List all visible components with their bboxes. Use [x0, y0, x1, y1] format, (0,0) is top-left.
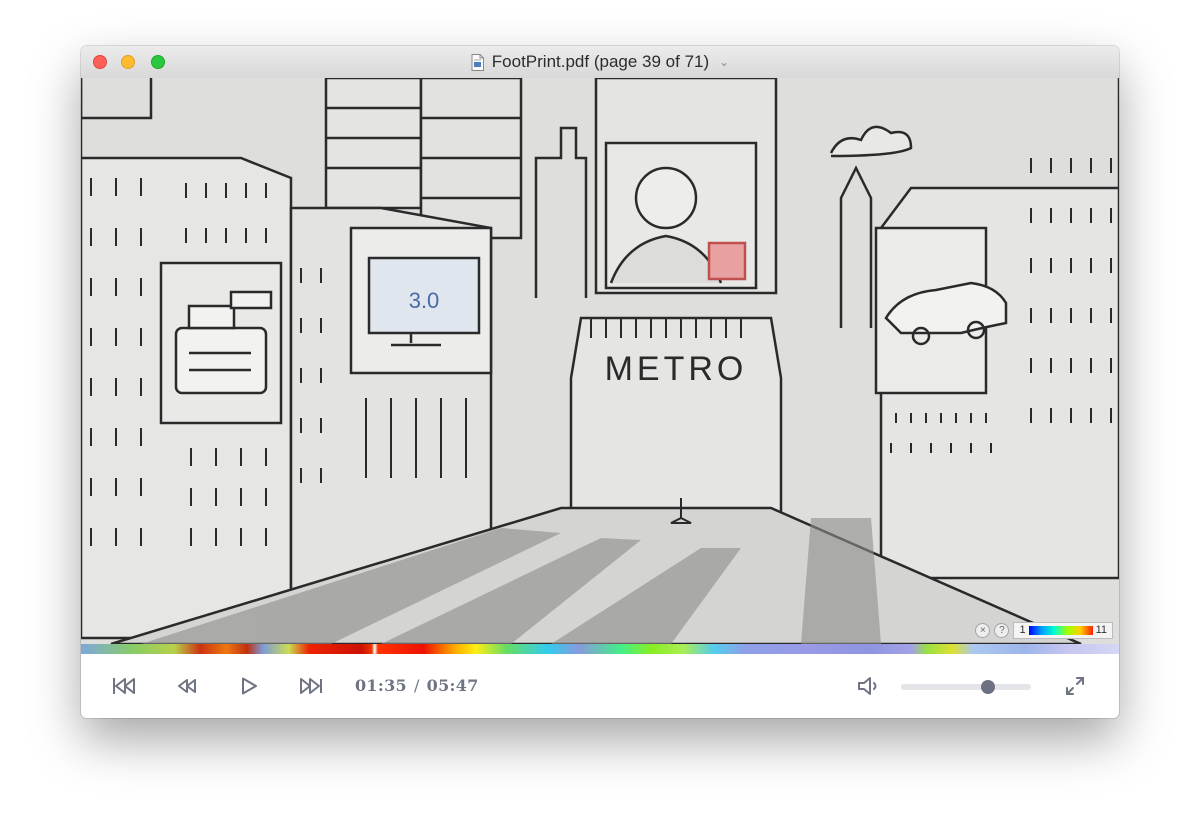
billboard-version-text: 3.0 — [409, 288, 440, 313]
skip-back-icon — [113, 678, 135, 694]
metro-sign: METRO — [605, 350, 748, 388]
play-icon — [242, 677, 257, 695]
time-separator: / — [413, 676, 420, 695]
help-legend-button[interactable]: ? — [994, 622, 1010, 638]
city-sketch-illustration: METRO 3.0 — [81, 78, 1119, 644]
total-duration: 05:47 — [426, 676, 479, 695]
fullscreen-icon — [1066, 677, 1084, 695]
rewind-button[interactable] — [173, 674, 201, 698]
play-button[interactable] — [235, 674, 263, 698]
window-title-area[interactable]: FootPrint.pdf (page 39 of 71) ⌄ — [81, 46, 1119, 78]
heatmap-legend: × ? 1 11 — [975, 621, 1113, 639]
close-legend-button[interactable]: × — [975, 622, 991, 638]
heatmap-scale-max: 11 — [1095, 624, 1107, 636]
chevron-down-icon[interactable]: ⌄ — [719, 55, 729, 69]
rewind-icon — [178, 679, 196, 693]
mute-button[interactable] — [855, 674, 883, 698]
playback-time: 01:35 / 05:47 — [355, 676, 479, 695]
seek-heatmap-bar[interactable] — [81, 644, 1119, 654]
pdf-document-icon — [471, 53, 484, 71]
current-time: 01:35 — [355, 676, 407, 695]
skip-to-start-button[interactable] — [110, 674, 138, 698]
player-window: FootPrint.pdf (page 39 of 71) ⌄ METRO 3.… — [81, 46, 1119, 718]
volume-slider-thumb[interactable] — [981, 680, 996, 694]
volume-icon — [858, 677, 877, 695]
volume-slider[interactable] — [901, 680, 1031, 694]
heatmap-scale-min: 1 — [1019, 624, 1026, 636]
heatmap-scale: 1 11 — [1013, 621, 1113, 639]
video-frame[interactable]: METRO 3.0 × ? 1 11 — [81, 78, 1119, 644]
fast-forward-icon — [300, 678, 322, 694]
volume-slider-fill — [901, 684, 989, 690]
heatmap-gradient — [1028, 625, 1093, 635]
fast-forward-button[interactable] — [297, 674, 325, 698]
title-bar: FootPrint.pdf (page 39 of 71) ⌄ — [81, 46, 1119, 79]
playback-controls: 01:35 / 05:47 — [81, 654, 1119, 718]
fullscreen-button[interactable] — [1061, 674, 1089, 698]
window-title: FootPrint.pdf (page 39 of 71) — [491, 52, 710, 71]
